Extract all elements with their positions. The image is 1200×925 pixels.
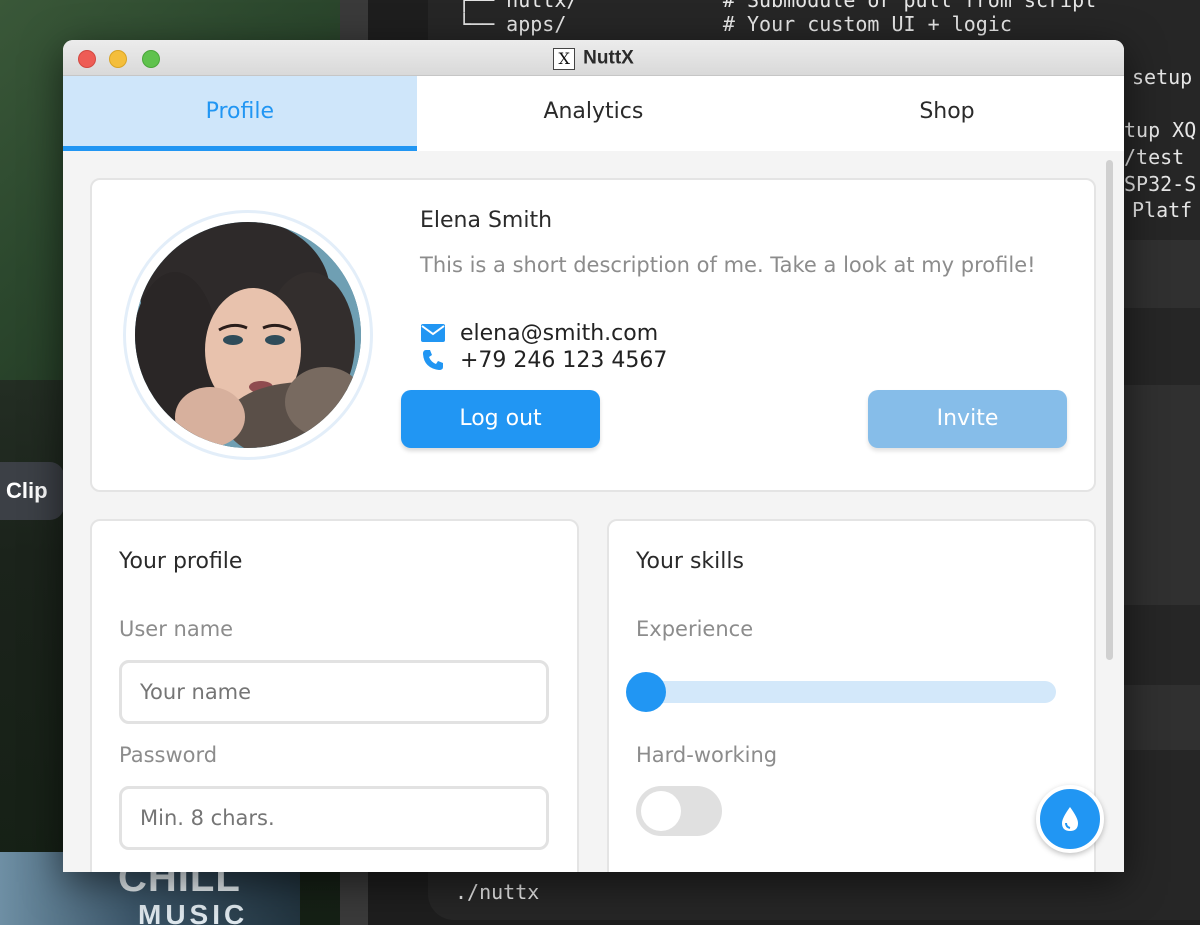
terminal-line: Platf bbox=[1132, 198, 1193, 222]
tab-analytics[interactable]: Analytics bbox=[417, 76, 771, 151]
your-skills-card: Your skills Experience Hard-working bbox=[607, 519, 1096, 872]
terminal-line: ./nuttx bbox=[455, 880, 540, 904]
hard-working-toggle[interactable] bbox=[636, 786, 722, 836]
invite-button[interactable]: Invite bbox=[868, 390, 1067, 448]
profile-description: This is a short description of me. Take … bbox=[420, 253, 1036, 277]
experience-label: Experience bbox=[636, 617, 754, 641]
experience-slider[interactable] bbox=[645, 681, 1056, 703]
envelope-icon bbox=[420, 320, 446, 346]
window-title: X NuttX bbox=[63, 40, 1124, 76]
password-label: Password bbox=[119, 743, 218, 767]
window-title-text: NuttX bbox=[583, 47, 634, 69]
username-label: User name bbox=[119, 617, 234, 641]
terminal-line: tup XQ bbox=[1124, 118, 1197, 142]
album-subtitle: MUSIC bbox=[138, 899, 249, 925]
toggle-knob bbox=[641, 791, 681, 831]
terminal-block bbox=[1124, 385, 1200, 605]
terminal-line: ├── nuttx/ # Submodule or pull from scri… bbox=[458, 0, 1097, 12]
terminal-line: SP32-S bbox=[1124, 172, 1197, 196]
profile-summary-card: Elena Smith This is a short description … bbox=[90, 178, 1096, 492]
terminal-line: /test bbox=[1124, 145, 1185, 169]
your-profile-title: Your profile bbox=[119, 549, 243, 574]
your-profile-card: Your profile User name Password bbox=[90, 519, 579, 872]
profile-email: elena@smith.com bbox=[460, 320, 659, 346]
experience-slider-handle[interactable] bbox=[626, 672, 666, 712]
profile-phone-row: +79 246 123 4567 bbox=[420, 347, 667, 373]
avatar bbox=[135, 222, 361, 448]
x11-app-icon: X bbox=[553, 47, 576, 70]
terminal-block bbox=[1124, 685, 1200, 750]
water-drop-icon bbox=[1062, 807, 1078, 831]
nuttx-window: X NuttX Profile Analytics Shop Elena Smi… bbox=[63, 40, 1124, 872]
tab-shop[interactable]: Shop bbox=[770, 76, 1124, 151]
password-input[interactable] bbox=[119, 786, 549, 850]
terminal-line: setup bbox=[1132, 65, 1193, 89]
phone-icon bbox=[420, 347, 446, 373]
profile-phone: +79 246 123 4567 bbox=[460, 347, 668, 373]
window-titlebar[interactable]: X NuttX bbox=[63, 40, 1124, 76]
terminal-block bbox=[1124, 240, 1200, 308]
username-input[interactable] bbox=[119, 660, 549, 724]
terminal-line: └── apps/ # Your custom UI + logic bbox=[458, 12, 1012, 36]
clip-button[interactable]: Clip bbox=[0, 462, 64, 520]
profile-email-row: elena@smith.com bbox=[420, 320, 658, 346]
theme-fab-button[interactable] bbox=[1036, 785, 1104, 853]
profile-name: Elena Smith bbox=[420, 208, 553, 233]
your-skills-title: Your skills bbox=[636, 549, 744, 574]
log-out-button[interactable]: Log out bbox=[401, 390, 600, 448]
avatar-frame bbox=[123, 210, 373, 460]
tab-bar: Profile Analytics Shop bbox=[63, 76, 1124, 151]
hard-working-label: Hard-working bbox=[636, 743, 778, 767]
vertical-scrollbar[interactable] bbox=[1106, 160, 1113, 660]
tab-profile[interactable]: Profile bbox=[63, 76, 417, 151]
